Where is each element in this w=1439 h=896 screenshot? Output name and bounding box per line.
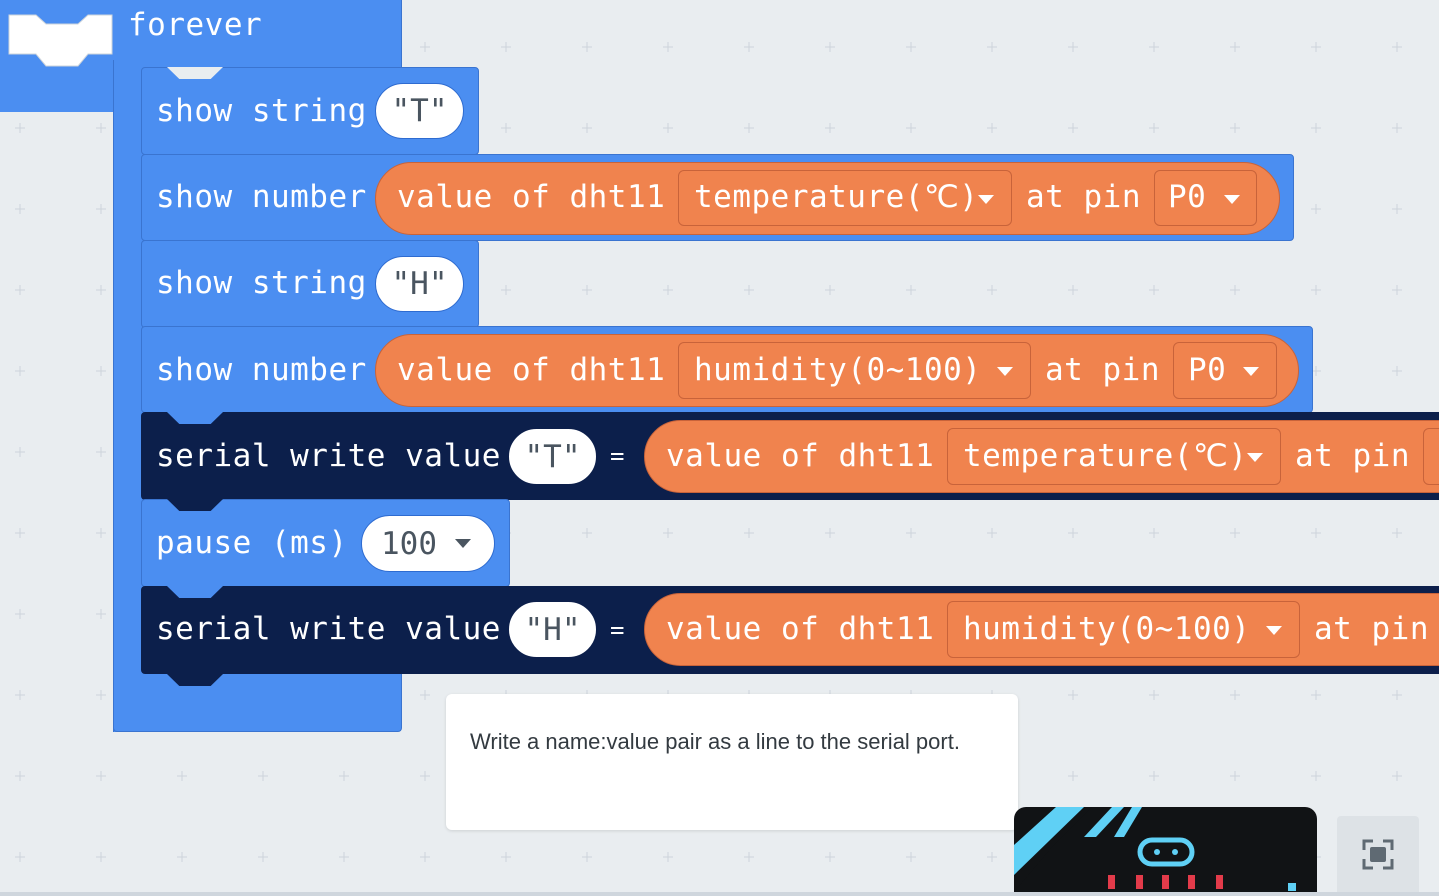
fullscreen-icon (1362, 839, 1394, 870)
at-pin-label-4: at pin (1314, 611, 1429, 647)
show-number-label-2: show number (156, 352, 367, 388)
serial-name-input-H[interactable]: "H" (508, 601, 597, 658)
pin-value-2: P0 (1188, 352, 1227, 388)
forever-spine (113, 60, 144, 732)
chevron-down-icon (978, 195, 994, 204)
tooltip-text: Write a name:value pair as a line to the… (470, 729, 960, 754)
show-string-label-1: show string (156, 93, 367, 129)
pin-dropdown-3[interactable] (1423, 428, 1439, 485)
measure-value-2: humidity(0~100) (694, 352, 982, 388)
dht11-label-4: value of dht11 (666, 611, 935, 647)
measure-value-1: temperature(℃) (694, 179, 979, 215)
at-pin-label-3: at pin (1295, 438, 1410, 474)
chevron-down-icon (455, 539, 471, 548)
chevron-down-icon (1247, 453, 1263, 462)
equals-label-2: = (610, 616, 625, 644)
chevron-down-icon (1243, 367, 1259, 376)
dht11-label-3: value of dht11 (666, 438, 935, 474)
equals-label-1: = (610, 442, 625, 470)
string-input-H[interactable]: "H" (375, 256, 464, 312)
serial-name-input-T[interactable]: "T" (508, 428, 597, 485)
pause-value-dropdown[interactable]: 100 (361, 515, 495, 572)
chevron-down-icon (1266, 626, 1282, 635)
pin-value-1: P0 (1168, 179, 1207, 215)
forever-label: forever (128, 7, 263, 43)
show-string-label-2: show string (156, 265, 367, 301)
chevron-down-icon (1224, 195, 1240, 204)
at-pin-label-1: at pin (1026, 179, 1141, 215)
dht11-label-1: value of dht11 (397, 179, 666, 215)
measure-value-4: humidity(0~100) (963, 611, 1251, 647)
block-tooltip: Write a name:value pair as a line to the… (446, 694, 1018, 830)
serial-write-label-2: serial write value (156, 611, 501, 647)
chevron-down-icon (997, 367, 1013, 376)
show-number-label-1: show number (156, 179, 367, 215)
pause-label: pause (ms) (156, 525, 348, 561)
forever-bottom-bar (113, 672, 402, 732)
string-input-T[interactable]: "T" (375, 83, 464, 139)
microbit-simulator[interactable] (1014, 807, 1317, 892)
serial-write-label-1: serial write value (156, 438, 501, 474)
hat-notch-icon (8, 14, 113, 67)
pause-value: 100 (381, 525, 437, 562)
dht11-label-2: value of dht11 (397, 352, 666, 388)
microbit-board-icon (1014, 807, 1296, 892)
fullscreen-button[interactable] (1337, 816, 1419, 892)
at-pin-label-2: at pin (1045, 352, 1160, 388)
measure-value-3: temperature(℃) (963, 438, 1248, 474)
